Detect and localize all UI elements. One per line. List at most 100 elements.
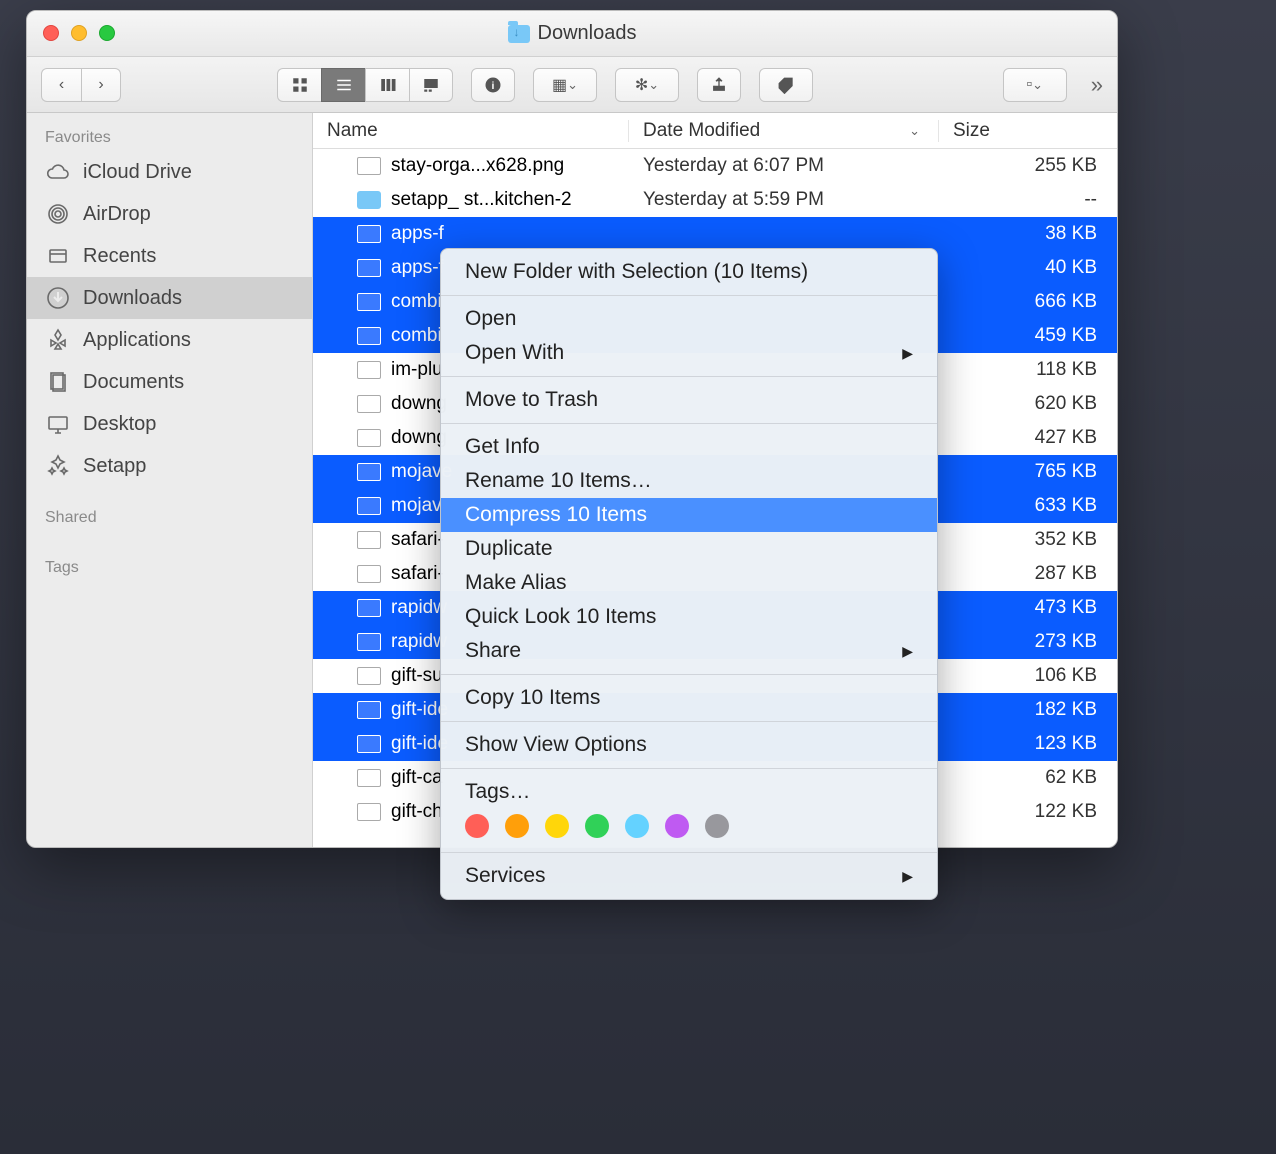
file-name: safari- [391, 563, 444, 585]
file-name: stay-orga...x628.png [391, 155, 564, 177]
menu-duplicate[interactable]: Duplicate [441, 532, 937, 566]
tag-color[interactable] [465, 814, 489, 838]
sidebar-item-recents[interactable]: Recents [27, 235, 312, 277]
file-size: 122 KB [939, 801, 1117, 823]
file-size: 352 KB [939, 529, 1117, 551]
window-controls [43, 25, 115, 41]
downloads-icon [45, 285, 71, 311]
gallery-view-button[interactable] [409, 68, 453, 102]
menu-compress[interactable]: Compress 10 Items [441, 498, 937, 532]
menu-move-to-trash[interactable]: Move to Trash [441, 383, 937, 417]
context-menu: New Folder with Selection (10 Items) Ope… [440, 248, 938, 900]
sidebar-item-cloud[interactable]: iCloud Drive [27, 151, 312, 193]
column-date-modified[interactable]: Date Modified⌄ [629, 120, 939, 142]
action-button[interactable]: ✻ ⌄ [615, 68, 679, 102]
sort-indicator-icon: ⌄ [909, 123, 920, 139]
file-row[interactable]: stay-orga...x628.pngYesterday at 6:07 PM… [313, 149, 1117, 183]
file-icon [357, 395, 381, 413]
file-name: combi [391, 291, 442, 313]
menu-new-folder-selection[interactable]: New Folder with Selection (10 Items) [441, 255, 937, 289]
sidebar-header-shared: Shared [27, 501, 312, 531]
submenu-arrow-icon: ▶ [902, 868, 913, 885]
sidebar-header-tags: Tags [27, 551, 312, 581]
file-icon [357, 259, 381, 277]
sidebar-item-apps[interactable]: Applications [27, 319, 312, 361]
forward-button[interactable]: › [81, 68, 121, 102]
docs-icon [45, 369, 71, 395]
file-name: gift-su [391, 665, 443, 687]
toolbar-overflow-icon[interactable]: » [1085, 72, 1103, 98]
folder-icon [508, 25, 530, 43]
column-name[interactable]: Name [313, 120, 629, 142]
menu-open-with[interactable]: Open With▶ [441, 336, 937, 370]
sidebar-item-setapp[interactable]: Setapp [27, 445, 312, 487]
svg-text:i: i [492, 79, 495, 91]
file-name: apps-f [391, 223, 444, 245]
menu-open[interactable]: Open [441, 302, 937, 336]
sidebar-item-airdrop[interactable]: AirDrop [27, 193, 312, 235]
tag-color[interactable] [585, 814, 609, 838]
menu-view-options[interactable]: Show View Options [441, 728, 937, 762]
menu-copy[interactable]: Copy 10 Items [441, 681, 937, 715]
file-name: im-plu [391, 359, 443, 381]
info-button[interactable]: i [471, 68, 515, 102]
menu-make-alias[interactable]: Make Alias [441, 566, 937, 600]
file-icon [357, 531, 381, 549]
setapp-icon [45, 453, 71, 479]
icon-view-button[interactable] [277, 68, 321, 102]
zoom-button[interactable] [99, 25, 115, 41]
file-size: 118 KB [939, 359, 1117, 381]
menu-rename[interactable]: Rename 10 Items… [441, 464, 937, 498]
sidebar-item-label: AirDrop [83, 203, 151, 226]
menu-services[interactable]: Services▶ [441, 859, 937, 893]
file-size: 38 KB [939, 223, 1117, 245]
tags-button[interactable] [759, 68, 813, 102]
file-icon [357, 157, 381, 175]
menu-quick-look[interactable]: Quick Look 10 Items [441, 600, 937, 634]
tag-color[interactable] [545, 814, 569, 838]
column-size[interactable]: Size [939, 120, 1117, 142]
file-icon [357, 735, 381, 753]
sidebar-item-docs[interactable]: Documents [27, 361, 312, 403]
file-icon [357, 769, 381, 787]
file-icon [357, 327, 381, 345]
minimize-button[interactable] [71, 25, 87, 41]
tag-color[interactable] [665, 814, 689, 838]
menu-tags-label: Tags… [441, 775, 937, 804]
sidebar-item-label: Desktop [83, 413, 156, 436]
file-row[interactable]: apps-f 38 KB [313, 217, 1117, 251]
menu-get-info[interactable]: Get Info [441, 430, 937, 464]
file-icon [357, 565, 381, 583]
file-size: 273 KB [939, 631, 1117, 653]
file-size: 427 KB [939, 427, 1117, 449]
share-button[interactable] [697, 68, 741, 102]
file-row[interactable]: setapp_ st...kitchen-2Yesterday at 5:59 … [313, 183, 1117, 217]
tag-color[interactable] [625, 814, 649, 838]
back-button[interactable]: ‹ [41, 68, 81, 102]
tag-color[interactable] [505, 814, 529, 838]
column-view-button[interactable] [365, 68, 409, 102]
file-size: 40 KB [939, 257, 1117, 279]
desktop-icon [45, 411, 71, 437]
sidebar-item-label: Applications [83, 329, 191, 352]
airdrop-icon [45, 201, 71, 227]
submenu-arrow-icon: ▶ [902, 345, 913, 362]
sidebar-item-label: Setapp [83, 455, 146, 478]
file-size: 62 KB [939, 767, 1117, 789]
sidebar-item-label: iCloud Drive [83, 161, 192, 184]
file-name: setapp_ st...kitchen-2 [391, 189, 572, 211]
file-name: gift-ch [391, 801, 443, 823]
menu-share[interactable]: Share▶ [441, 634, 937, 668]
file-name: rapidw [391, 631, 447, 653]
close-button[interactable] [43, 25, 59, 41]
dropbox-button[interactable]: ▫ ⌄ [1003, 68, 1067, 102]
file-size: 287 KB [939, 563, 1117, 585]
tag-color[interactable] [705, 814, 729, 838]
sidebar-item-desktop[interactable]: Desktop [27, 403, 312, 445]
file-size: 473 KB [939, 597, 1117, 619]
list-view-button[interactable] [321, 68, 365, 102]
file-name: combi [391, 325, 442, 347]
sidebar-item-downloads[interactable]: Downloads [27, 277, 312, 319]
group-button[interactable]: ▦ ⌄ [533, 68, 597, 102]
file-size: 620 KB [939, 393, 1117, 415]
